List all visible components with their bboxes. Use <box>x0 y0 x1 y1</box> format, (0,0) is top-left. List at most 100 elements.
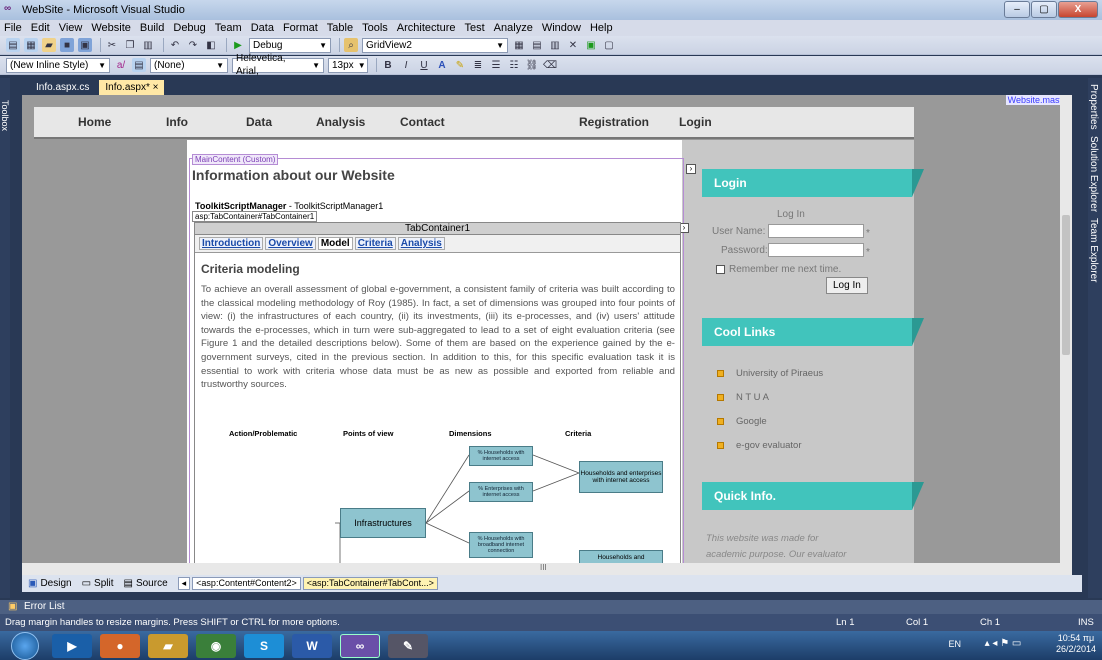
tab-info-aspx[interactable]: Info.aspx* × <box>99 80 165 95</box>
solution-explorer-dock-tab[interactable]: Solution Explorer <box>1088 136 1099 212</box>
tab-criteria[interactable]: Criteria <box>354 237 396 250</box>
navigate-icon[interactable]: ◧ <box>204 38 218 52</box>
open-folder-icon[interactable]: ▰ <box>42 38 56 52</box>
clear-format-icon[interactable]: ⌫ <box>543 58 557 72</box>
menu-architecture[interactable]: Architecture <box>397 22 456 34</box>
login-button[interactable]: Log In <box>826 277 868 294</box>
object-browser-icon[interactable]: ▥ <box>548 38 562 52</box>
remember-checkbox[interactable] <box>716 265 725 274</box>
tab-analysis[interactable]: Analysis <box>397 237 445 250</box>
link-university-of-piraeus[interactable]: University of Piraeus <box>717 368 823 379</box>
bold-button[interactable]: B <box>381 58 395 72</box>
skype-icon[interactable]: S <box>244 634 284 658</box>
paste-icon[interactable]: ▥ <box>141 38 155 52</box>
extension-icon[interactable]: ▣ <box>584 38 598 52</box>
save-all-icon[interactable]: ▣ <box>78 38 92 52</box>
tab-model[interactable]: Model <box>317 237 353 250</box>
menu-file[interactable]: File <box>4 22 22 34</box>
nav-registration[interactable]: Registration <box>579 115 649 129</box>
menu-analyze[interactable]: Analyze <box>494 22 533 34</box>
maximize-button[interactable]: ▢ <box>1031 1 1057 18</box>
toolbox-strip[interactable]: Toolbox <box>0 78 10 598</box>
start-button[interactable] <box>11 632 39 660</box>
menu-data[interactable]: Data <box>251 22 274 34</box>
menu-help[interactable]: Help <box>590 22 613 34</box>
italic-button[interactable]: I <box>399 58 413 72</box>
minimize-button[interactable]: – <box>1004 1 1030 18</box>
add-item-icon[interactable]: ▦ <box>24 38 38 52</box>
save-icon[interactable]: ■ <box>60 38 74 52</box>
team-explorer-dock-tab[interactable]: Team Explorer <box>1088 218 1099 282</box>
source-view-button[interactable]: ▤ Source <box>124 578 168 589</box>
nav-info[interactable]: Info <box>166 115 188 129</box>
chrome-icon[interactable]: ◉ <box>196 634 236 658</box>
properties-dock-tab[interactable]: Properties <box>1088 84 1099 130</box>
username-field[interactable] <box>768 224 864 238</box>
menu-debug[interactable]: Debug <box>173 22 205 34</box>
nav-login[interactable]: Login <box>679 115 712 129</box>
style-manager-icon[interactable]: ▤ <box>132 58 146 72</box>
main-content-tag[interactable]: MainContent (Custom) <box>192 154 279 165</box>
tabcontainer-tag[interactable]: asp:TabContainer#TabContainer1 <box>192 211 318 222</box>
nav-analysis[interactable]: Analysis <box>316 115 365 129</box>
close-tab-icon[interactable]: × <box>153 82 159 93</box>
find-combo[interactable]: GridView2 ▼ <box>362 37 508 53</box>
language-indicator[interactable]: EN <box>948 639 961 650</box>
menu-tools[interactable]: Tools <box>362 22 388 34</box>
cut-icon[interactable]: ✂ <box>105 38 119 52</box>
scroll-thumb[interactable] <box>1062 215 1070 355</box>
undo-icon[interactable]: ↶ <box>168 38 182 52</box>
underline-button[interactable]: U <box>417 58 431 72</box>
tab-introduction[interactable]: Introduction <box>199 237 264 250</box>
tab-overview[interactable]: Overview <box>265 237 316 250</box>
breadcrumb-tabcontainer[interactable]: <asp:TabContainer#TabCont...> <box>302 577 438 590</box>
menu-view[interactable]: View <box>59 22 83 34</box>
nav-contact[interactable]: Contact <box>400 115 445 129</box>
font-family-select[interactable]: Helevetica, Arial, ▼ <box>232 53 324 77</box>
horizontal-scrollbar[interactable]: III <box>22 563 1072 575</box>
split-view-button[interactable]: ▭ Split <box>82 578 114 589</box>
link-icon[interactable]: ⛓ <box>525 58 539 72</box>
nav-home[interactable]: Home <box>78 115 111 129</box>
vertical-scrollbar[interactable] <box>1060 95 1072 564</box>
menu-edit[interactable]: Edit <box>31 22 50 34</box>
toolbox-icon[interactable]: ✕ <box>566 38 580 52</box>
visual-studio-taskbar-icon[interactable]: ∞ <box>340 634 380 658</box>
clock-time[interactable]: 10:54 πμ <box>1056 633 1096 644</box>
error-list-tab[interactable]: ▣ Error List <box>0 600 1102 614</box>
breadcrumb-back-icon[interactable]: ◂ <box>177 577 191 590</box>
design-view-button[interactable]: ▣ Design <box>28 578 72 589</box>
start-debugging-icon[interactable]: ▶ <box>231 38 245 52</box>
apply-style-icon[interactable]: a/ <box>114 58 128 72</box>
target-rule-select[interactable]: (None) ▼ <box>150 57 228 73</box>
menu-format[interactable]: Format <box>283 22 318 34</box>
word-icon[interactable]: W <box>292 634 332 658</box>
menu-team[interactable]: Team <box>215 22 242 34</box>
menu-table[interactable]: Table <box>327 22 353 34</box>
solution-configuration-select[interactable]: Debug ▼ <box>249 37 331 53</box>
smart-tag-icon[interactable]: › <box>686 164 696 174</box>
nav-data[interactable]: Data <box>246 115 272 129</box>
tray-icons[interactable]: ▴ ◂ ⚑ ▭ <box>968 638 1038 649</box>
toolkit-script-manager[interactable]: ToolkitScriptManager - ToolkitScriptMana… <box>195 201 383 211</box>
copy-icon[interactable]: ❐ <box>123 38 137 52</box>
design-surface[interactable]: Website.master Home Info Data Analysis C… <box>22 95 1072 564</box>
bullet-list-icon[interactable]: ☷ <box>507 58 521 72</box>
solution-explorer-icon[interactable]: ▦ <box>512 38 526 52</box>
menu-build[interactable]: Build <box>140 22 164 34</box>
new-project-icon[interactable]: ▤ <box>6 38 20 52</box>
menu-window[interactable]: Window <box>542 22 581 34</box>
font-size-select[interactable]: 13px ▼ <box>328 57 368 73</box>
firefox-icon[interactable]: ● <box>100 634 140 658</box>
paint-icon[interactable]: ✎ <box>388 634 428 658</box>
explorer-folder-icon[interactable]: ▰ <box>148 634 188 658</box>
highlight-icon[interactable]: ✎ <box>453 58 467 72</box>
close-button[interactable]: X <box>1058 1 1098 18</box>
font-color-icon[interactable]: A <box>435 58 449 72</box>
link-ntua[interactable]: N T U A <box>717 392 769 403</box>
clock-date[interactable]: 26/2/2014 <box>1056 644 1096 655</box>
properties-icon[interactable]: ▤ <box>530 38 544 52</box>
tab-info-aspx-cs[interactable]: Info.aspx.cs <box>30 80 95 95</box>
style-select[interactable]: (New Inline Style) ▼ <box>6 57 110 73</box>
redo-icon[interactable]: ↷ <box>186 38 200 52</box>
